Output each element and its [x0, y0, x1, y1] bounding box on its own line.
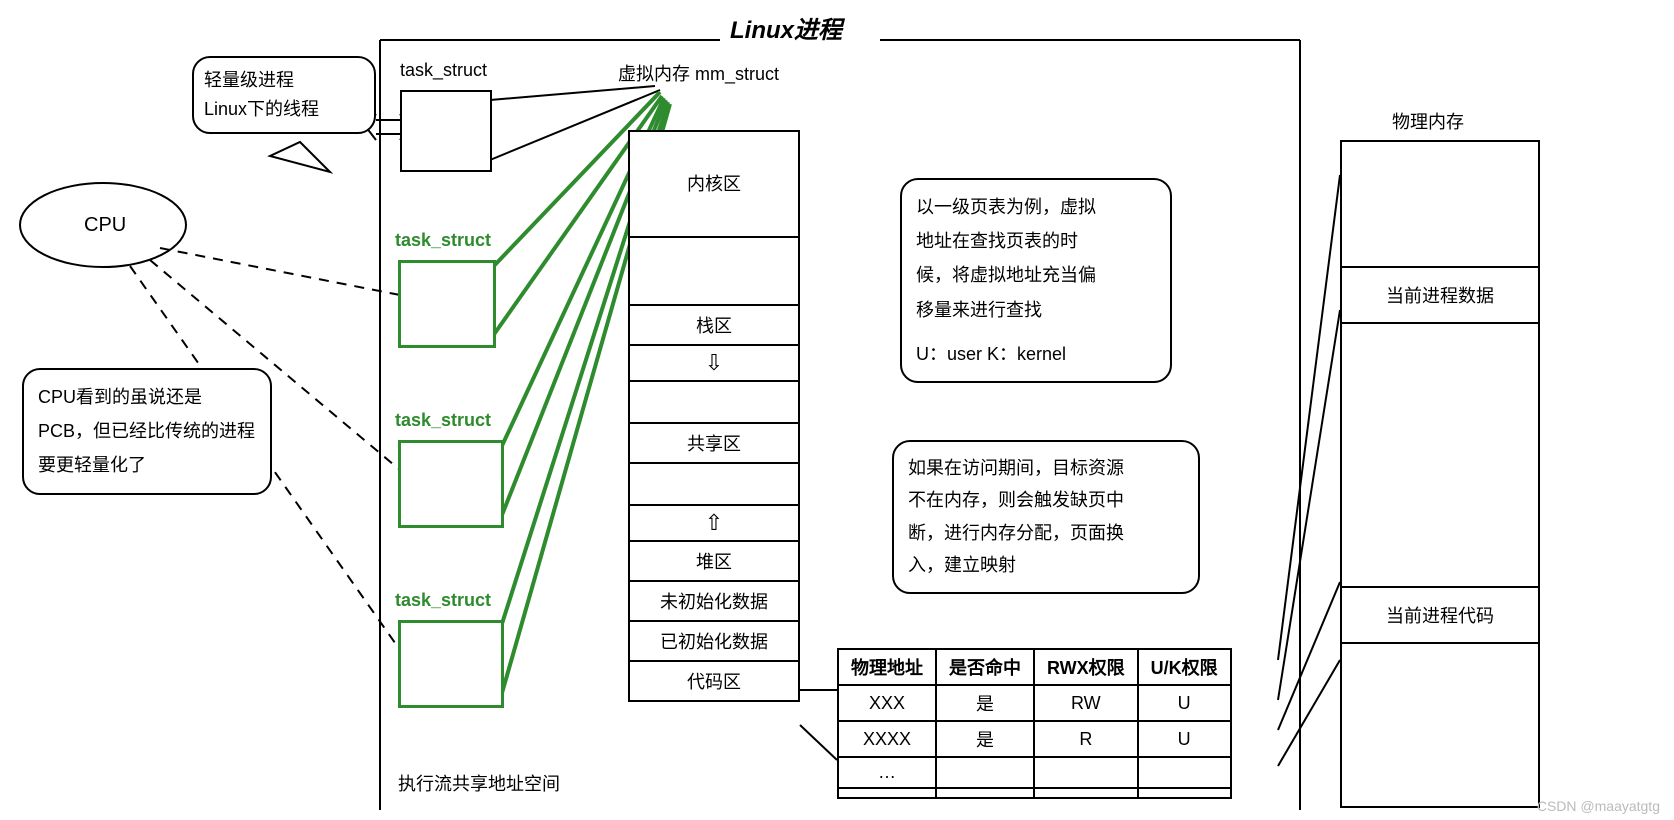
pt-h2: RWX权限 [1034, 649, 1138, 685]
phys-data: 当前进程数据 [1340, 268, 1540, 324]
task-struct-green-box-1 [398, 260, 496, 348]
pt-c [1034, 757, 1138, 788]
pt-c: U [1138, 685, 1231, 721]
table-row: XXXX 是 R U [838, 721, 1231, 757]
pt-h3: U/K权限 [1138, 649, 1231, 685]
pt-c: XXX [838, 685, 936, 721]
bubble-pf-l1: 如果在访问期间，目标资源 [908, 452, 1184, 484]
phys-spacer-1 [1340, 140, 1540, 268]
bubble-pf-l3: 断，进行内存分配，页面换 [908, 517, 1184, 549]
bubble-lwp-l1: 轻量级进程 [204, 66, 364, 95]
pt-c [1138, 757, 1231, 788]
bubble-lwp: 轻量级进程 Linux下的线程 [192, 56, 376, 134]
mm-struct-label: 虚拟内存 mm_struct [618, 60, 779, 86]
vm-data: 已初始化数据 [628, 622, 800, 662]
pt-c: XXXX [838, 721, 936, 757]
task-struct-green-box-3 [398, 620, 504, 708]
cpu-label: CPU [84, 214, 126, 237]
pt-c [1034, 788, 1138, 798]
pt-c [936, 757, 1034, 788]
bubble-pt-l3: 候，将虚拟地址充当偏 [916, 258, 1156, 292]
vm-spacer-2 [628, 382, 800, 424]
pt-c: U [1138, 721, 1231, 757]
diagram-title: Linux进程 [730, 10, 842, 45]
bubble-pcb: CPU看到的虽说还是PCB，但已经比传统的进程要更轻量化了 [22, 368, 272, 495]
pt-c [936, 788, 1034, 798]
bubble-pf-l4: 入，建立映射 [908, 549, 1184, 581]
vm-arrow-down: ⇩ [628, 346, 800, 382]
pt-c [1138, 788, 1231, 798]
phys-code: 当前进程代码 [1340, 588, 1540, 644]
pt-c: R [1034, 721, 1138, 757]
pt-h0: 物理地址 [838, 649, 936, 685]
pt-c: 是 [936, 721, 1034, 757]
phys-spacer-2 [1340, 324, 1540, 588]
table-row [838, 788, 1231, 798]
phys-mem-column: 当前进程数据 当前进程代码 [1340, 140, 1540, 808]
page-table: 物理地址 是否命中 RWX权限 U/K权限 XXX 是 RW U XXXX 是 … [837, 648, 1232, 799]
pt-c: 是 [936, 685, 1034, 721]
bubble-pt-l2: 地址在查找页表的时 [916, 224, 1156, 258]
vm-stack: 栈区 [628, 306, 800, 346]
task-struct-black-label: task_struct [400, 60, 487, 81]
vm-kernel: 内核区 [628, 130, 800, 238]
vm-arrow-up: ⇧ [628, 506, 800, 542]
table-row: … [838, 757, 1231, 788]
vm-column: 内核区 栈区 ⇩ 共享区 ⇧ 堆区 未初始化数据 已初始化数据 代码区 [628, 130, 800, 702]
pt-c: RW [1034, 685, 1138, 721]
bubble-pt-l4: 移量来进行查找 [916, 293, 1156, 327]
vm-spacer-1 [628, 238, 800, 306]
table-row: 物理地址 是否命中 RWX权限 U/K权限 [838, 649, 1231, 685]
bubble-pf-l2: 不在内存，则会触发缺页中 [908, 484, 1184, 516]
pt-h1: 是否命中 [936, 649, 1034, 685]
bubble-pt-l1: 以一级页表为例，虚拟 [916, 190, 1156, 224]
vm-spacer-3 [628, 464, 800, 506]
watermark: CSDN @maayatgtg [1537, 798, 1660, 814]
table-row: XXX 是 RW U [838, 685, 1231, 721]
phys-mem-title: 物理内存 [1392, 108, 1464, 134]
bubble-pagetable: 以一级页表为例，虚拟 地址在查找页表的时 候，将虚拟地址充当偏 移量来进行查找 … [900, 178, 1172, 383]
task-struct-green-label-3: task_struct [395, 590, 491, 611]
task-struct-black-box [400, 90, 492, 172]
vm-heap: 堆区 [628, 542, 800, 582]
vm-shared: 共享区 [628, 424, 800, 464]
pt-c [838, 788, 936, 798]
vm-bss: 未初始化数据 [628, 582, 800, 622]
vm-code: 代码区 [628, 662, 800, 702]
task-struct-green-label-2: task_struct [395, 410, 491, 431]
bubble-pt-l5: U：user K：kernel [916, 337, 1156, 371]
bubble-lwp-l2: Linux下的线程 [204, 95, 364, 124]
pt-c: … [838, 757, 936, 788]
task-struct-green-label-1: task_struct [395, 230, 491, 251]
share-address-space: 执行流共享地址空间 [398, 770, 560, 796]
phys-spacer-3 [1340, 644, 1540, 808]
task-struct-green-box-2 [398, 440, 504, 528]
bubble-pagefault: 如果在访问期间，目标资源 不在内存，则会触发缺页中 断，进行内存分配，页面换 入… [892, 440, 1200, 594]
